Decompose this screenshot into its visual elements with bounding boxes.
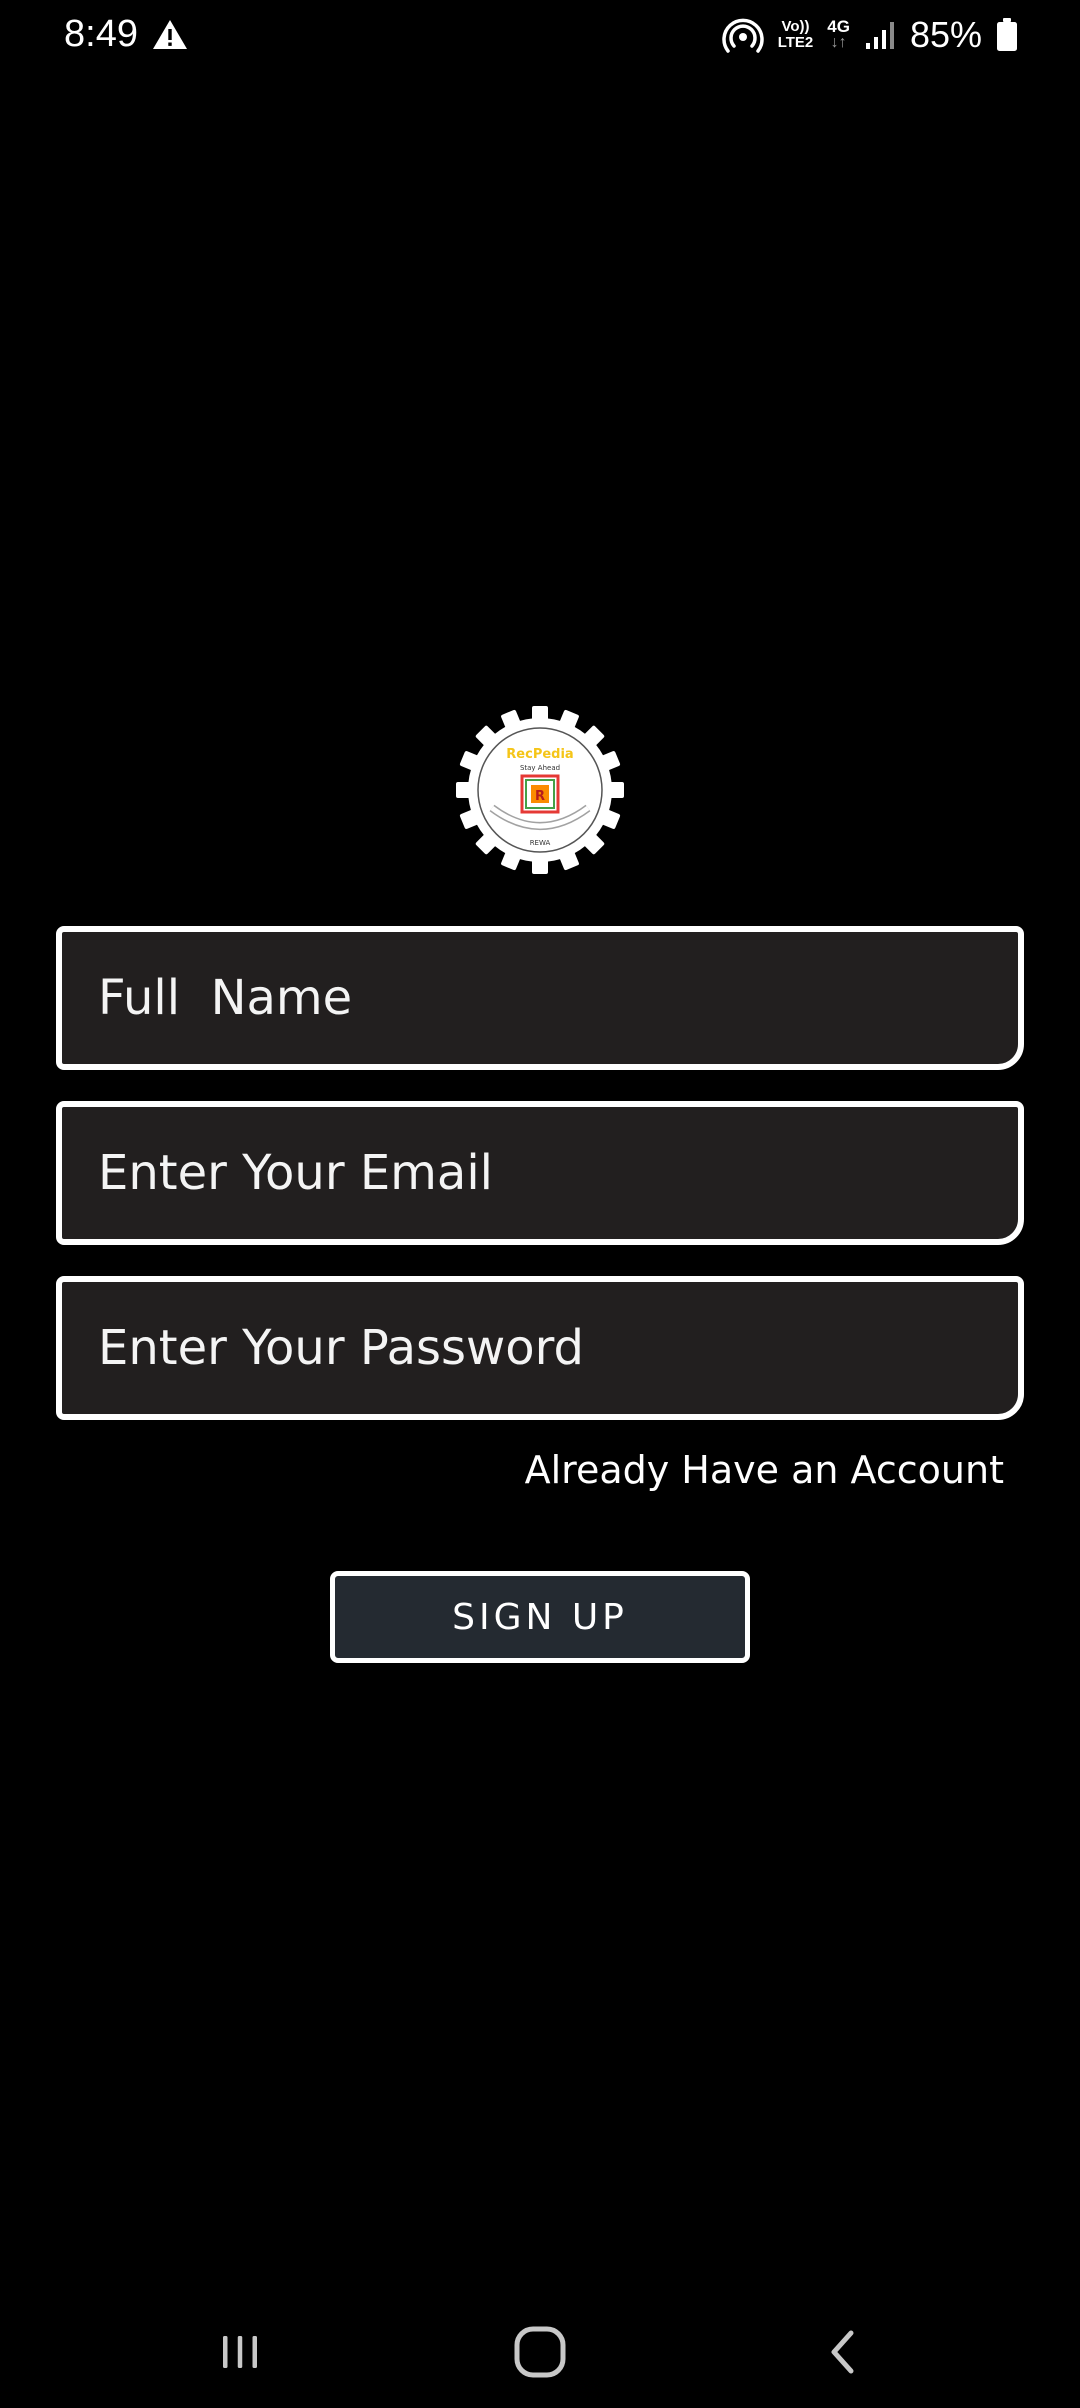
network-activity-arrows: ↓↑ bbox=[830, 34, 847, 51]
volte-line2: LTE2 bbox=[777, 34, 814, 51]
logo-gear-emblem: RecPedia Stay Ahead R REWA bbox=[456, 706, 624, 874]
warning-icon bbox=[153, 20, 187, 49]
status-indicators: Vo)) LTE2 4G ↓↑ 85% bbox=[722, 8, 1018, 62]
logo-letter: R bbox=[535, 789, 545, 804]
system-nav-bar bbox=[0, 2296, 1080, 2408]
home-button[interactable] bbox=[500, 2316, 580, 2388]
volte-line1: Vo)) bbox=[781, 18, 810, 35]
back-button[interactable] bbox=[804, 2316, 884, 2388]
battery-percent: 85% bbox=[909, 14, 982, 55]
email-input[interactable] bbox=[98, 1145, 998, 1201]
home-icon bbox=[514, 2326, 566, 2378]
network-indicator: 4G ↓↑ bbox=[827, 17, 850, 51]
full-name-input[interactable] bbox=[98, 970, 998, 1026]
hotspot-icon bbox=[722, 18, 764, 53]
recents-icon bbox=[223, 2336, 257, 2368]
back-icon bbox=[831, 2330, 854, 2374]
volte-indicator: Vo)) LTE2 bbox=[778, 19, 814, 51]
logo-brand: RecPedia bbox=[506, 747, 573, 762]
logo-location: REWA bbox=[530, 839, 551, 847]
password-input[interactable] bbox=[98, 1320, 998, 1376]
status-time: 8:49 bbox=[64, 13, 138, 55]
password-field-box bbox=[56, 1276, 1024, 1420]
battery-icon bbox=[997, 18, 1017, 51]
network-type: 4G bbox=[827, 17, 850, 36]
app-logo: RecPedia Stay Ahead R REWA bbox=[456, 706, 624, 874]
status-bar: 8:49 Vo)) LTE2 4G ↓↑ 85% bbox=[0, 0, 1080, 70]
logo-tagline: Stay Ahead bbox=[520, 764, 560, 772]
email-field-box bbox=[56, 1101, 1024, 1245]
recents-button[interactable] bbox=[200, 2316, 280, 2388]
sign-up-button[interactable]: SIGN UP bbox=[330, 1571, 750, 1663]
signal-icon bbox=[865, 22, 894, 49]
full-name-field-box bbox=[56, 926, 1024, 1070]
already-have-account-link[interactable]: Already Have an Account bbox=[525, 1446, 1004, 1494]
